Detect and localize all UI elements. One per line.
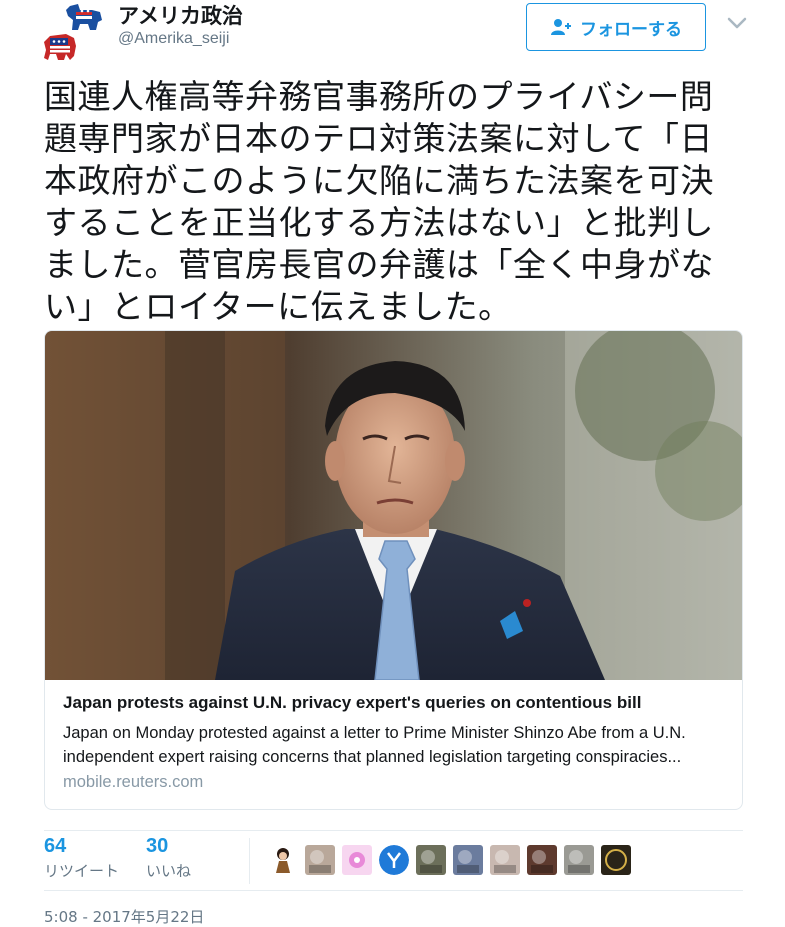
card-domain: mobile.reuters.com (63, 773, 204, 791)
card-title: Japan protests against U.N. privacy expe… (63, 693, 642, 712)
retweet-label: リツイート (44, 862, 120, 880)
stats-separator (249, 838, 250, 884)
party-mascots-icon[interactable] (40, 2, 110, 68)
avatar-doll-icon[interactable] (268, 845, 298, 875)
tweet-text: 国連人権高等弁務官事務所のプライバシー問 題専門家が日本のテロ対策法案に対して「… (44, 77, 714, 326)
avatar-photo-icon[interactable] (305, 845, 335, 875)
elephant-icon (44, 34, 76, 60)
like-label: いいね (146, 862, 192, 880)
card-photo (45, 331, 742, 680)
like-count: 30 (146, 835, 169, 857)
avatar-photo-icon[interactable] (453, 845, 483, 875)
tweet-header: アメリカ政治 @Amerika_seiji フォローする (0, 0, 785, 70)
avatar-photo-icon[interactable] (490, 845, 520, 875)
follow-person-plus-icon (551, 19, 571, 35)
avatar-badge-icon[interactable] (601, 845, 631, 875)
retweet-stat[interactable]: 64 リツイート (44, 835, 119, 881)
divider (44, 890, 743, 891)
chevron-down-icon[interactable] (726, 14, 748, 32)
screen-name[interactable]: @Amerika_seiji (118, 30, 229, 48)
card-description: Japan on Monday protested against a lett… (63, 724, 686, 766)
donkey-icon (66, 4, 102, 30)
display-name[interactable]: アメリカ政治 (118, 0, 243, 30)
avatar-photo-icon[interactable] (564, 845, 594, 875)
liker-avatars (268, 845, 631, 875)
avatar-letter-y-icon[interactable] (379, 845, 409, 875)
tweet-timestamp[interactable]: 5:08 - 2017年5月22日 (44, 906, 204, 927)
follow-button[interactable]: フォローする (526, 3, 706, 51)
retweet-count: 64 (44, 835, 67, 857)
avatar-photo-icon[interactable] (416, 845, 446, 875)
avatar-photo-icon[interactable] (527, 845, 557, 875)
avatar-flower-icon[interactable] (342, 845, 372, 875)
link-card[interactable]: Japan protests against U.N. privacy expe… (44, 330, 743, 810)
like-stat[interactable]: 30 いいね (146, 835, 191, 881)
divider (44, 830, 743, 831)
follow-button-label: フォローする (580, 19, 682, 40)
